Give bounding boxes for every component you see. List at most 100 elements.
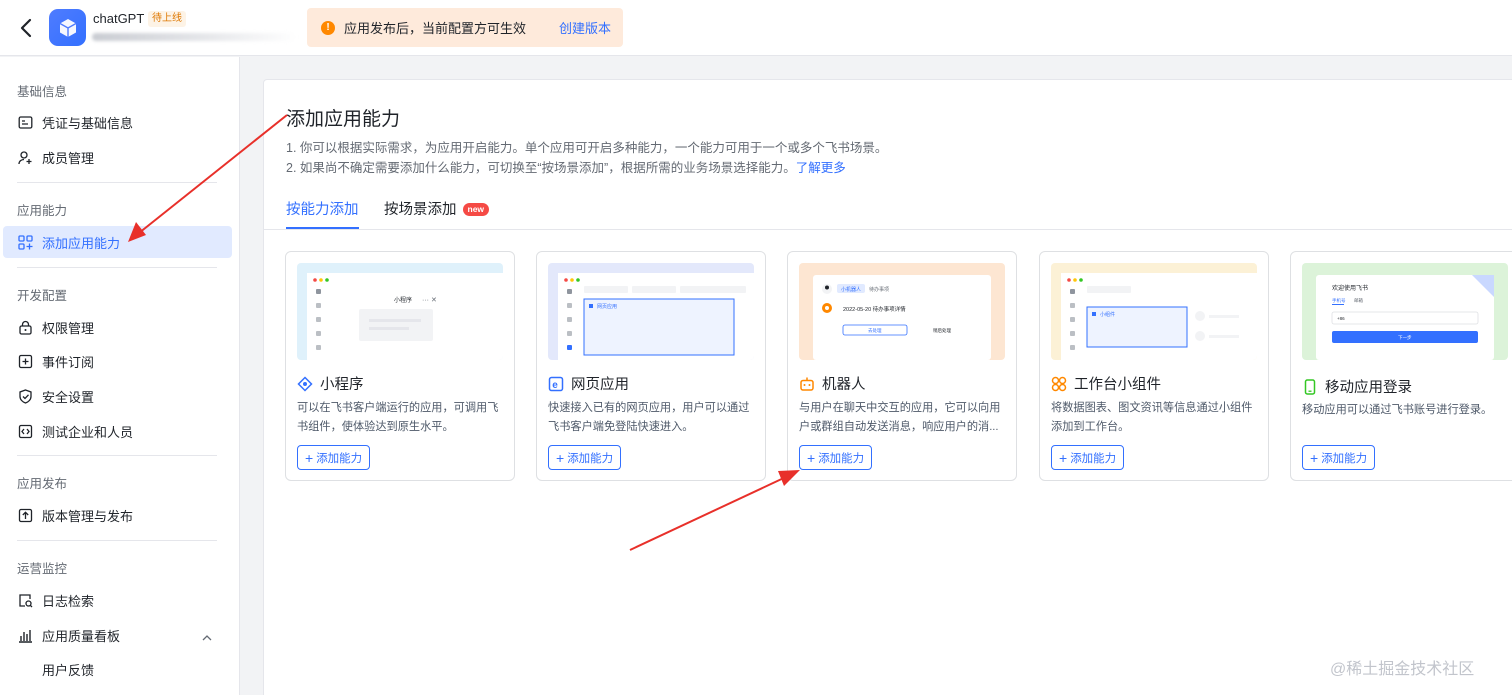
description-line-1: 1. 你可以根据实际需求，为应用开启能力。单个应用可开启多种能力，一个能力可用于… xyxy=(286,141,888,155)
preview-code: +86 xyxy=(1337,316,1345,321)
web-app-icon: e xyxy=(548,376,564,392)
card-title: 工作台小组件 xyxy=(1051,373,1161,394)
back-arrow-icon[interactable] xyxy=(14,16,38,40)
app-id-redacted xyxy=(92,33,297,41)
bar-chart-icon xyxy=(17,627,33,643)
sidebar-item-label: 应用质量看板 xyxy=(42,628,121,644)
add-capability-label: 添加能力 xyxy=(1070,452,1117,465)
sidebar-item-versions[interactable]: 版本管理与发布 xyxy=(3,499,232,531)
sidebar-item-permissions[interactable]: 权限管理 xyxy=(3,311,232,343)
sidebar-item-label: 添加应用能力 xyxy=(42,235,121,251)
sidebar-item-test-org[interactable]: 测试企业和人员 xyxy=(3,415,232,447)
robot-preview: 小机器人 待办事项 2022-05-20 待办事项详情 去处理 稍后处理 xyxy=(799,263,1005,360)
mobile-login-preview: 欢迎使用飞书 手机号 邮箱 +86 下一步 xyxy=(1302,263,1508,360)
card-title-text: 小程序 xyxy=(320,377,364,393)
shield-icon xyxy=(17,388,33,404)
id-card-icon xyxy=(17,114,33,130)
preview-title: 欢迎使用飞书 xyxy=(1332,284,1368,292)
sidebar-item-add-capability[interactable]: 添加应用能力 xyxy=(3,226,232,258)
sidebar-item-label: 版本管理与发布 xyxy=(42,508,134,524)
chevron-up-icon[interactable] xyxy=(202,630,212,645)
group-title-basic: 基础信息 xyxy=(17,85,68,99)
card-description: 快速接入已有的网页应用，用户可以通过飞书客户端免登陆快速进入。 xyxy=(548,402,750,433)
event-icon xyxy=(17,353,33,369)
preview-label: 网页应用 xyxy=(597,303,617,310)
add-capability-button[interactable]: + 添加能力 xyxy=(1302,445,1376,470)
group-title-monitor: 运营监控 xyxy=(17,562,68,576)
sidebar-item-label: 测试企业和人员 xyxy=(42,424,134,440)
preview-chip: 小机器人 xyxy=(841,286,861,293)
sidebar-item-feedback[interactable]: 用户反馈 xyxy=(3,653,232,685)
mini-program-preview: 小程序 ··· ✕ xyxy=(297,263,503,360)
add-capability-button[interactable]: + 添加能力 xyxy=(1051,445,1125,470)
learn-more-link[interactable]: 了解更多 xyxy=(796,161,846,175)
description-line-2: 2. 如果尚不确定需要添加什么能力，可切换至“按场景添加”，根据所需的业务场景选… xyxy=(286,157,846,176)
user-add-icon xyxy=(17,149,33,165)
plus-icon: + xyxy=(556,449,565,466)
sidebar-item-label: 成员管理 xyxy=(42,150,95,166)
plus-icon: + xyxy=(1310,449,1319,466)
svg-text:··· ✕: ··· ✕ xyxy=(422,297,437,304)
sidebar-item-events[interactable]: 事件订阅 xyxy=(3,345,232,377)
warning-icon: ! xyxy=(321,20,335,35)
widget-preview: 小组件 xyxy=(1051,263,1257,360)
add-capability-button[interactable]: + 添加能力 xyxy=(548,445,622,470)
card-description: 可以在飞书客户端运行的应用，可调用飞书组件，使体验达到原生水平。 xyxy=(297,402,499,433)
log-search-icon xyxy=(17,592,33,608)
preview-tab1: 手机号 xyxy=(1332,297,1346,304)
plus-icon: + xyxy=(807,449,816,466)
sidebar-item-credentials[interactable]: 凭证与基础信息 xyxy=(3,106,232,138)
capability-card-mobile-login[interactable]: 欢迎使用飞书 手机号 邮箱 +86 下一步 移动应用登录 移动应用可以通过飞书账… xyxy=(1290,251,1512,481)
description-line-2-text: 2. 如果尚不确定需要添加什么能力，可切换至“按场景添加”，根据所需的业务场景选… xyxy=(286,161,796,175)
card-title: 小程序 xyxy=(297,373,364,394)
divider xyxy=(17,540,217,541)
sidebar-item-members[interactable]: 成员管理 xyxy=(3,141,232,173)
divider xyxy=(17,267,217,268)
tab-label: 按能力添加 xyxy=(286,202,359,218)
app-status-badge: 待上线 xyxy=(148,11,186,27)
card-title-text: 网页应用 xyxy=(571,377,629,393)
capability-card-web-app[interactable]: 网页应用 e 网页应用 快速接入已有的网页应用，用户可以通过飞书客户端免登陆快速… xyxy=(536,251,766,481)
sidebar: 基础信息 凭证与基础信息 成员管理 应用能力 添加应用能力 开发配置 权限管理 … xyxy=(0,57,240,695)
sidebar-item-label: 用户反馈 xyxy=(42,662,95,678)
divider xyxy=(17,182,217,183)
top-bar: chatGPT 待上线 ! 应用发布后，当前配置方可生效 创建版本 xyxy=(0,0,1512,56)
sidebar-item-label: 权限管理 xyxy=(42,320,95,336)
code-icon xyxy=(17,423,33,439)
sidebar-item-log-search[interactable]: 日志检索 xyxy=(3,584,232,616)
preview-label: 小组件 xyxy=(1100,311,1115,318)
card-title-text: 机器人 xyxy=(822,377,866,393)
card-title: 移动应用登录 xyxy=(1302,376,1412,397)
capability-card-widget[interactable]: 小组件 工作台小组件 将数据图表、图文资讯等信息通过小组件添加到工作台。 + 添加… xyxy=(1039,251,1269,481)
tab-by-scenario[interactable]: 按场景添加 new xyxy=(384,198,490,219)
create-version-link[interactable]: 创建版本 xyxy=(559,18,611,37)
preview-btn: 去处理 xyxy=(868,327,882,334)
card-title: 机器人 xyxy=(799,373,866,394)
preview-btn2: 稍后处理 xyxy=(933,327,951,334)
web-app-preview: 网页应用 xyxy=(548,263,754,360)
add-capability-label: 添加能力 xyxy=(1321,452,1368,465)
add-capability-label: 添加能力 xyxy=(316,452,363,465)
robot-icon xyxy=(799,376,815,392)
sidebar-item-label: 日志检索 xyxy=(42,593,95,609)
lock-icon xyxy=(17,319,33,335)
tab-by-capability[interactable]: 按能力添加 xyxy=(286,198,359,219)
mini-program-icon xyxy=(297,375,313,392)
capability-card-mini-program[interactable]: 小程序 ··· ✕ 小程序 可以在飞书客户端运行的应用，可调用飞书组件，使体验达… xyxy=(285,251,515,481)
notice-text: 应用发布后，当前配置方可生效 xyxy=(344,21,527,36)
sidebar-item-quality-board[interactable]: 应用质量看板 xyxy=(3,619,232,651)
preview-label: 小程序 xyxy=(394,296,412,304)
add-capability-button[interactable]: + 添加能力 xyxy=(297,445,371,470)
svg-text:e: e xyxy=(552,380,558,391)
publish-notice: ! 应用发布后，当前配置方可生效 创建版本 xyxy=(307,8,623,47)
add-capability-button[interactable]: + 添加能力 xyxy=(799,445,873,470)
capability-card-robot[interactable]: 小机器人 待办事项 2022-05-20 待办事项详情 去处理 稍后处理 机器人… xyxy=(787,251,1017,481)
sidebar-item-security[interactable]: 安全设置 xyxy=(3,380,232,412)
preview-tab2: 邮箱 xyxy=(1354,297,1363,304)
mobile-icon xyxy=(1302,378,1318,395)
sidebar-item-label: 安全设置 xyxy=(42,389,95,405)
card-title: e 网页应用 xyxy=(548,373,629,394)
page-title: 添加应用能力 xyxy=(286,109,401,130)
card-title-text: 移动应用登录 xyxy=(1325,380,1412,396)
card-title-text: 工作台小组件 xyxy=(1074,377,1161,393)
